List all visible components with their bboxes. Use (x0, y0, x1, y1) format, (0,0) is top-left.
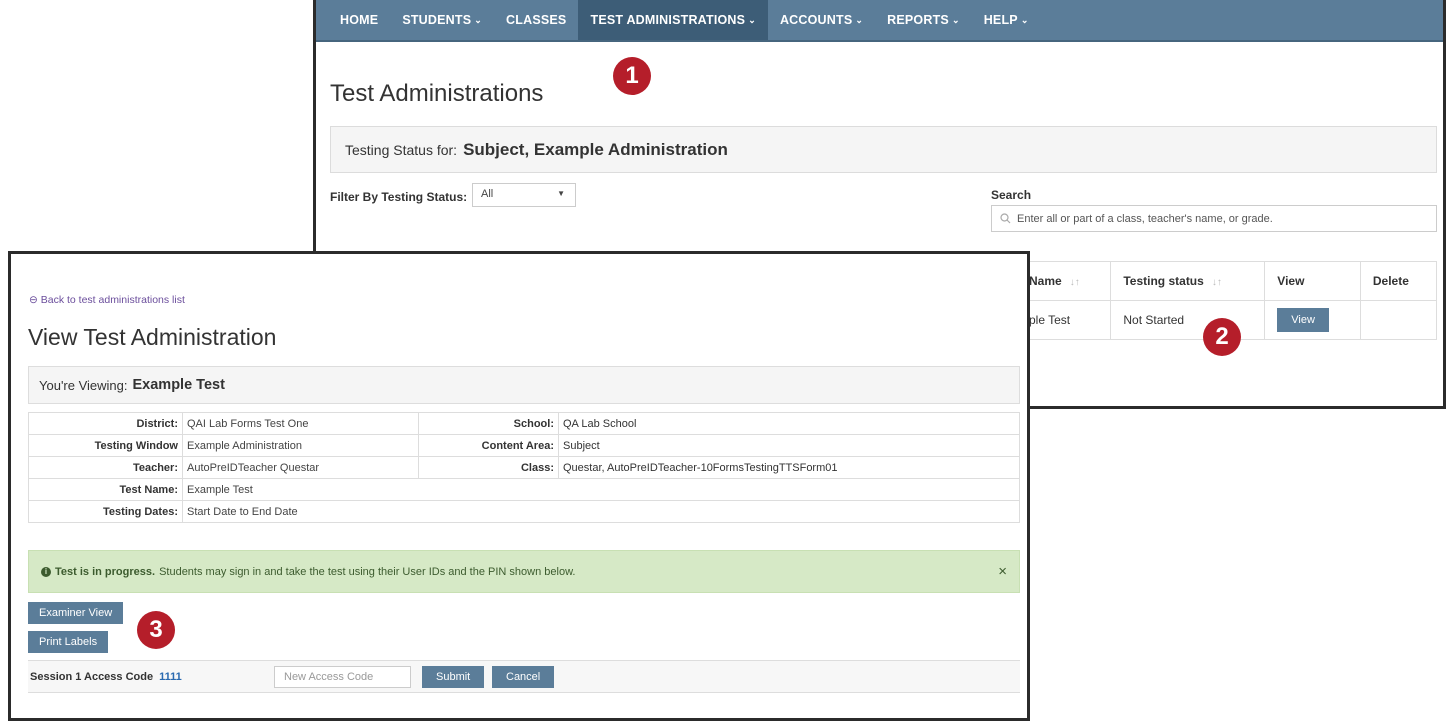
status-filter-select[interactable]: All ▼ (472, 183, 576, 207)
dropdown-arrow-icon: ▼ (557, 189, 565, 198)
test-name-label: Test Name: (28, 478, 183, 501)
cell-status: Not Started (1110, 300, 1266, 340)
cell-name: ple Test (1015, 300, 1112, 340)
view-button[interactable]: View (1277, 308, 1329, 332)
close-icon[interactable]: × (998, 563, 1007, 580)
column-header-delete: Delete (1359, 261, 1438, 301)
back-link-label: Back to test administrations list (40, 294, 185, 306)
sort-icon: ↓↑ (1069, 277, 1080, 288)
nav-accounts-label: ACCOUNTS (779, 13, 853, 27)
test-name-value: Example Test (182, 478, 1020, 501)
viewing-value: Example Test (132, 377, 225, 393)
cancel-button[interactable]: Cancel (492, 666, 555, 688)
district-value: QAI Lab Forms Test One (182, 412, 419, 435)
testing-dates-value: Start Date to End Date (182, 500, 1020, 523)
access-code-placeholder: New Access Code (284, 671, 374, 683)
school-value: QA Lab School (558, 412, 1020, 435)
class-value: Questar, AutoPreIDTeacher-10FormsTesting… (558, 456, 1020, 479)
back-arrow-icon: ⊖ (29, 294, 38, 306)
info-row: Teacher: AutoPreIDTeacher Questar Class:… (28, 456, 1020, 479)
page-title: Test Administrations (330, 80, 544, 107)
back-link[interactable]: ⊖ Back to test administrations list (29, 294, 185, 306)
examiner-view-button[interactable]: Examiner View (28, 602, 124, 624)
school-label: School: (418, 412, 559, 435)
nav-test-administrations[interactable]: TEST ADMINISTRATIONS ⌄ (578, 0, 768, 40)
nav-reports-label: REPORTS (887, 13, 949, 27)
filter-label: Filter By Testing Status: (330, 190, 468, 204)
status-header-label: Testing status (1123, 274, 1204, 288)
nav-home-label: HOME (340, 13, 379, 27)
info-row: Testing Dates: Start Date to End Date (28, 500, 1020, 523)
nav-students-label: STUDENTS (402, 13, 472, 27)
column-header-view: View (1264, 261, 1361, 301)
district-label: District: (28, 412, 183, 435)
progress-alert: i Test is in progress. Students may sign… (28, 550, 1020, 593)
viewing-panel: You're Viewing: Example Test (28, 366, 1020, 404)
callout-marker-2: 2 (1203, 318, 1241, 356)
search-placeholder: Enter all or part of a class, teacher's … (1017, 212, 1273, 225)
nav-help-label: HELP (983, 13, 1018, 27)
session-label-group: Session 1 Access Code 1111 (30, 671, 182, 683)
content-area-label: Content Area: (418, 434, 559, 457)
page-title: View Test Administration (28, 324, 277, 350)
info-row: Test Name: Example Test (28, 478, 1020, 501)
sort-icon: ↓↑ (1211, 277, 1222, 288)
table-header-row: Name ↓↑ Testing status ↓↑ View Delete (1015, 261, 1438, 301)
window-label: Testing Window (28, 434, 183, 457)
submit-button[interactable]: Submit (422, 666, 485, 688)
new-access-code-input[interactable]: New Access Code (274, 666, 411, 688)
testing-status-panel: Testing Status for: Subject, Example Adm… (330, 126, 1437, 173)
main-navbar: HOME STUDENTS ⌄ CLASSES TEST ADMINISTRATI… (316, 0, 1443, 42)
chevron-down-icon: ⌄ (1020, 14, 1029, 25)
name-header-label: Name (1029, 274, 1062, 288)
print-labels-button[interactable]: Print Labels (28, 631, 109, 653)
chevron-down-icon: ⌄ (951, 14, 960, 25)
filter-selected-value: All (481, 188, 494, 200)
administration-info-table: District: QAI Lab Forms Test One School:… (28, 412, 1020, 523)
session-label: Session 1 Access Code (30, 671, 154, 683)
nav-accounts[interactable]: ACCOUNTS ⌄ (768, 0, 875, 40)
info-icon: i (41, 566, 51, 577)
window-value: Example Administration (182, 434, 419, 457)
cell-delete (1359, 300, 1438, 340)
nav-students[interactable]: STUDENTS ⌄ (390, 0, 494, 40)
testing-dates-label: Testing Dates: (28, 500, 183, 523)
status-value: Subject, Example Administration (463, 139, 728, 159)
content-area-value: Subject (558, 434, 1020, 457)
info-row: Testing Window Example Administration Co… (28, 434, 1020, 457)
nav-help[interactable]: HELP ⌄ (972, 0, 1041, 40)
column-header-testing-status[interactable]: Testing status ↓↑ (1110, 261, 1266, 301)
search-icon (1000, 213, 1011, 224)
cell-view: View (1264, 300, 1361, 340)
alert-title: Test is in progress. (55, 565, 156, 578)
alert-text: Students may sign in and take the test u… (159, 565, 576, 578)
search-input[interactable]: Enter all or part of a class, teacher's … (991, 205, 1437, 232)
viewing-prefix: You're Viewing: (39, 377, 128, 393)
chevron-down-icon: ⌄ (474, 14, 483, 25)
session-code: 1111 (159, 671, 182, 683)
info-row: District: QAI Lab Forms Test One School:… (28, 412, 1020, 435)
teacher-value: AutoPreIDTeacher Questar (182, 456, 419, 479)
nav-classes[interactable]: CLASSES (494, 0, 578, 40)
callout-marker-1: 1 (613, 57, 651, 95)
chevron-down-icon: ⌄ (855, 14, 864, 25)
chevron-down-icon: ⌄ (748, 14, 756, 25)
search-label: Search (991, 188, 1032, 202)
nav-test-administrations-label: TEST ADMINISTRATIONS (590, 13, 746, 27)
column-header-name[interactable]: Name ↓↑ (1015, 261, 1112, 301)
view-test-administration-window: ⊖ Back to test administrations list View… (8, 251, 1030, 721)
class-label: Class: (418, 456, 559, 479)
status-prefix: Testing Status for: (345, 141, 458, 158)
nav-classes-label: CLASSES (506, 13, 567, 27)
nav-reports[interactable]: REPORTS ⌄ (875, 0, 972, 40)
callout-marker-3: 3 (137, 611, 175, 649)
session-access-row: Session 1 Access Code 1111 New Access Cod… (28, 660, 1020, 693)
nav-home[interactable]: HOME (328, 0, 390, 40)
teacher-label: Teacher: (28, 456, 183, 479)
